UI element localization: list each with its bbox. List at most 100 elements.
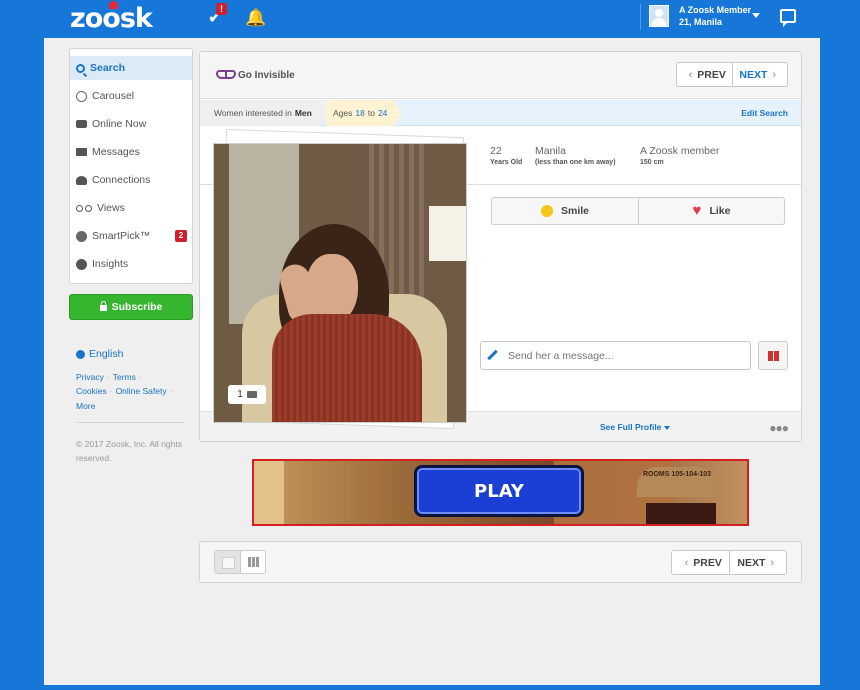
edit-search-link[interactable]: Edit Search — [741, 108, 788, 118]
search-icon — [76, 63, 85, 73]
like-button[interactable]: ♥ Like — [638, 198, 784, 224]
people-icon — [76, 175, 87, 185]
glasses-icon — [85, 204, 92, 212]
next-button[interactable]: NEXT › — [729, 551, 786, 574]
globe-icon — [76, 349, 85, 359]
language-link[interactable]: English — [76, 348, 123, 360]
next-label: NEXT — [739, 68, 768, 81]
chevron-right-icon: › — [770, 556, 775, 569]
prev-label: PREV — [697, 68, 726, 81]
member-location[interactable]: 21, Manila — [679, 17, 722, 27]
sidebar-item-label: Carousel — [92, 90, 135, 102]
bell-icon[interactable]: 🔔 — [245, 8, 266, 28]
smile-button[interactable]: Smile — [492, 198, 638, 224]
top-pager: ‹ PREV NEXT › — [676, 62, 788, 87]
chat-bubble-icon[interactable] — [780, 9, 796, 27]
cookies-link[interactable]: Cookies — [76, 386, 107, 396]
bottom-pager: ‹ PREV NEXT › — [671, 550, 787, 575]
more-options-icon[interactable]: ●●● — [769, 421, 789, 435]
footer-links-row-1: Privacy · Terms · — [76, 372, 142, 382]
footer-links-row-3: More — [76, 401, 95, 411]
profile-location: Manila — [535, 145, 566, 157]
smartpick-count-badge: 2 — [175, 230, 187, 242]
next-label: NEXT — [737, 556, 766, 569]
profile-name: A Zoosk member — [640, 145, 720, 157]
sidebar-item-label: Messages — [92, 146, 140, 158]
top-bar: zoosk ✔ ! 🔔 A Zoosk Member 21, Manila — [0, 0, 860, 38]
single-view-icon[interactable] — [215, 551, 240, 573]
sidebar-item-label: Connections — [92, 174, 151, 186]
notification-badge: ! — [216, 3, 227, 15]
sidebar-item-label: Online Now — [92, 118, 147, 130]
profile-age: 22 — [490, 145, 502, 157]
insights-icon — [76, 258, 87, 270]
ad-sign: ROOMS 105-104-103 — [637, 467, 717, 497]
caret-down-icon — [664, 425, 671, 430]
profile-height: 150 cm — [640, 159, 664, 166]
avatar-icon[interactable] — [649, 5, 669, 27]
smiley-icon — [540, 205, 553, 217]
chevron-down-icon[interactable] — [752, 13, 760, 18]
profile-age-caption: Years Old — [490, 159, 523, 166]
sidebar-item-label: Views — [97, 202, 125, 214]
member-name[interactable]: A Zoosk Member — [679, 5, 751, 15]
chevron-left-icon: ‹ — [684, 556, 689, 569]
sidebar-item-connections[interactable]: Connections — [70, 168, 192, 192]
search-filter-breadcrumb: Women interested in Men Ages 18 to 24 Ed… — [200, 100, 801, 126]
gender-filter[interactable]: Women interested in Men — [200, 100, 328, 126]
sidebar-item-label: SmartPick™ — [92, 230, 151, 242]
sidebar-item-messages[interactable]: Messages — [70, 140, 192, 164]
sidebar-item-insights[interactable]: Insights — [70, 252, 192, 276]
privacy-link[interactable]: Privacy — [76, 372, 104, 382]
lock-icon — [99, 301, 107, 311]
profile-photo[interactable] — [213, 143, 467, 423]
chevron-right-icon: › — [772, 68, 777, 81]
subscribe-label: Subscribe — [111, 301, 163, 313]
age-filter[interactable]: Ages 18 to 24 — [326, 100, 402, 126]
card-toolbar: Go Invisible ‹ PREV NEXT › — [200, 52, 801, 99]
heart-icon: ♥ — [692, 202, 702, 219]
go-invisible-link[interactable]: Go Invisible — [238, 70, 295, 81]
sidebar-item-search[interactable]: Search — [70, 56, 192, 80]
game-ad-banner[interactable]: ROOMS 105-104-103 PLAY — [252, 459, 749, 526]
sidebar-item-label: Search — [90, 62, 126, 74]
glasses-icon — [76, 204, 83, 212]
online-safety-link[interactable]: Online Safety — [116, 386, 167, 396]
zoosk-logo[interactable]: zoosk — [70, 1, 153, 34]
chevron-left-icon: ‹ — [688, 68, 693, 81]
carousel-icon — [76, 90, 87, 102]
grid-view-icon[interactable] — [240, 551, 265, 573]
prev-button[interactable]: ‹ PREV — [672, 551, 729, 574]
camera-icon — [246, 391, 257, 398]
sidebar-item-label: Insights — [92, 258, 129, 270]
message-input[interactable] — [480, 341, 751, 370]
prev-label: PREV — [693, 556, 722, 569]
footer-links-row-2: Cookies · Online Safety · — [76, 386, 173, 396]
next-button[interactable]: NEXT › — [732, 63, 787, 86]
copyright-text: © 2017 Zoosk, Inc. All rights reserved. — [76, 439, 182, 463]
reaction-buttons: Smile ♥ Like — [491, 197, 785, 225]
photo-count-badge[interactable]: 1 — [228, 385, 266, 404]
age-max: 24 — [377, 108, 388, 118]
see-full-profile-link[interactable]: See Full Profile — [600, 422, 671, 432]
language-label: English — [89, 348, 124, 360]
sidebar-item-carousel[interactable]: Carousel — [70, 84, 192, 108]
smartpick-icon — [76, 230, 87, 242]
mask-icon[interactable] — [216, 70, 236, 79]
sidebar-item-views[interactable]: Views — [70, 196, 192, 220]
more-link[interactable]: More — [76, 401, 95, 411]
profile-distance: (less than one km away) — [535, 159, 616, 166]
ad-play-button[interactable]: PLAY — [414, 465, 584, 517]
sidebar-item-online-now[interactable]: Online Now — [70, 112, 192, 136]
chat-dots-icon — [76, 120, 87, 128]
subscribe-button[interactable]: Subscribe — [69, 294, 193, 320]
view-toggle — [214, 550, 266, 574]
prev-button[interactable]: ‹ PREV — [677, 63, 732, 86]
gift-button[interactable] — [758, 341, 788, 370]
age-min: 18 — [355, 108, 365, 118]
sidebar-item-smartpick[interactable]: SmartPick™ 2 — [70, 224, 192, 248]
divider — [76, 422, 184, 423]
terms-link[interactable]: Terms — [113, 372, 136, 382]
bottom-toolbar: ‹ PREV NEXT › — [199, 541, 802, 583]
divider — [640, 4, 641, 30]
